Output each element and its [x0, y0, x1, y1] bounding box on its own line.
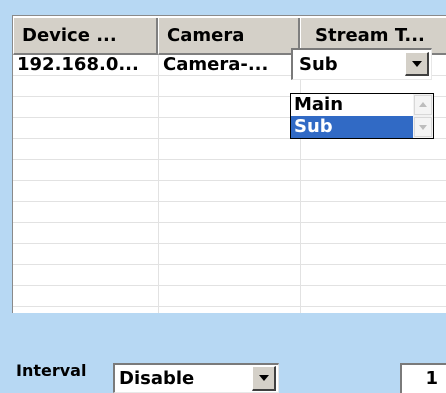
table-row [13, 139, 446, 160]
device-cell: 192.168.0... [17, 55, 139, 75]
footer-bar: Interval Disable 1 [0, 313, 446, 393]
interval-select[interactable]: Disable [113, 363, 279, 393]
dropdown-scrollbar[interactable] [413, 94, 433, 138]
scroll-down-icon[interactable] [414, 117, 432, 137]
table-row [13, 202, 446, 223]
stream-type-value: Sub [299, 54, 338, 75]
stream-type-select[interactable]: Sub [291, 48, 432, 80]
interval-value: Disable [119, 368, 195, 389]
column-header-device[interactable]: Device ... [13, 18, 158, 55]
option-main[interactable]: Main [291, 94, 415, 116]
camera-cell: Camera-... [163, 55, 269, 75]
chevron-down-icon[interactable] [405, 52, 429, 76]
table-row [13, 160, 446, 181]
chevron-down-icon[interactable] [252, 366, 276, 391]
table-row [13, 286, 446, 307]
column-header-camera[interactable]: Camera [158, 18, 300, 55]
table-row [13, 265, 446, 286]
scroll-up-icon[interactable] [414, 95, 432, 115]
stream-type-options: Main Sub [290, 93, 434, 139]
table-row [13, 223, 446, 244]
interval-label: Interval [16, 361, 87, 380]
page-number-field[interactable]: 1 [400, 363, 446, 393]
table-row [13, 244, 446, 265]
option-sub[interactable]: Sub [291, 116, 415, 138]
table-row [13, 181, 446, 202]
